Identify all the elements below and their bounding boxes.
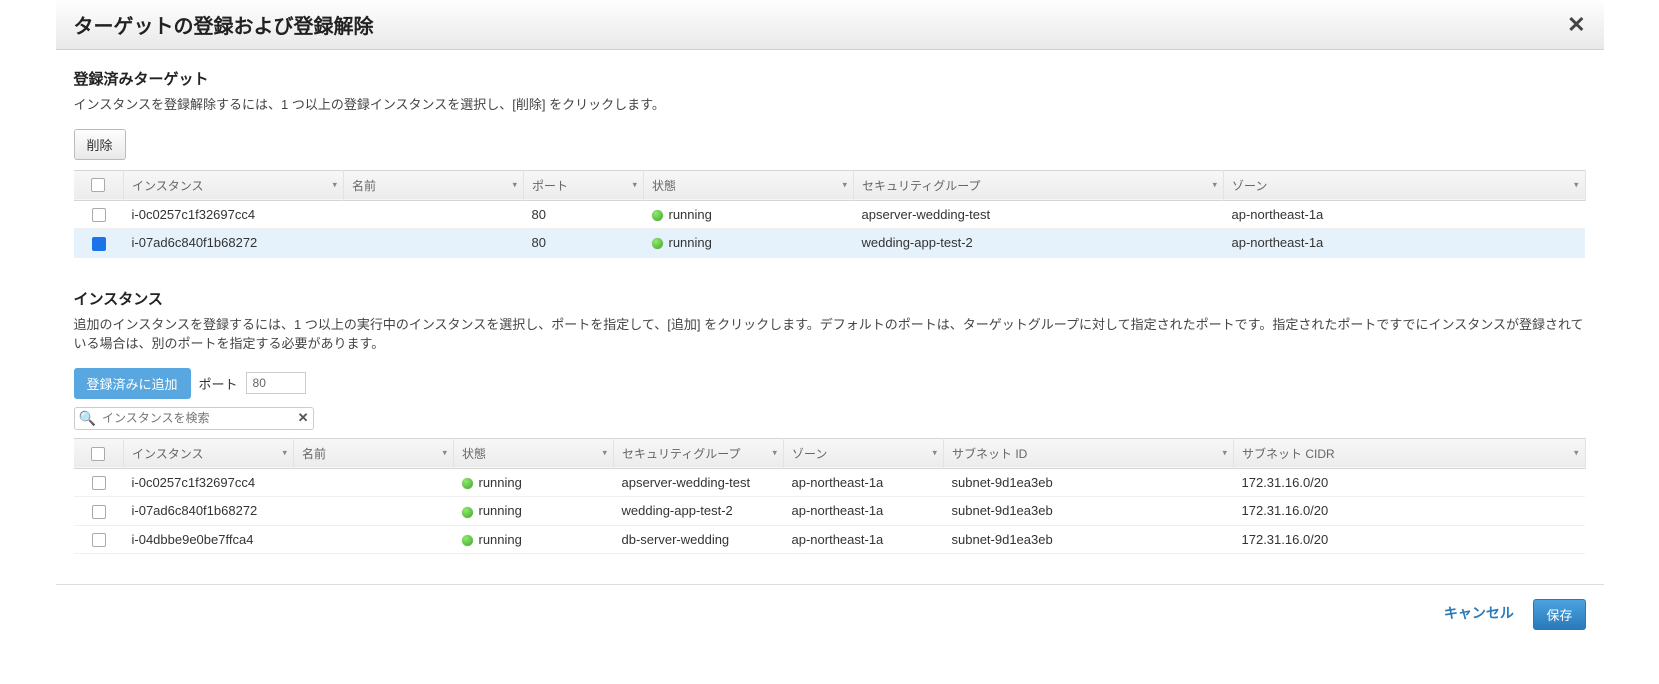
cell-sg: apserver-wedding-test [614,468,784,497]
available-title: インスタンス [74,288,1586,309]
caret-down-icon: ▾ [332,180,337,191]
cell-subnet-id: subnet-9d1ea3eb [944,497,1234,526]
caret-down-icon: ▾ [1222,448,1227,459]
cell-status: running [454,497,614,526]
col-status[interactable]: 状態▾ [454,438,614,468]
table-row[interactable]: i-0c0257c1f32697cc4 80runningapserver-wed… [74,200,1586,229]
cell-zone: ap-northeast-1a [1224,229,1586,258]
cell-zone: ap-northeast-1a [1224,200,1586,229]
col-sg[interactable]: セキュリティグループ▾ [854,170,1224,200]
col-name[interactable]: 名前▾ [294,438,454,468]
registered-desc: インスタンスを登録解除するには、1 つ以上の登録インスタンスを選択し、[削除] … [74,95,1586,115]
available-section: インスタンス 追加のインスタンスを登録するには、1 つ以上の実行中のインスタンス… [74,288,1586,555]
caret-down-icon: ▾ [512,180,517,191]
cell-status: running [644,229,854,258]
col-port[interactable]: ポート▾ [524,170,644,200]
status-dot-icon [462,507,473,518]
cell-name [294,497,454,526]
table-row[interactable]: i-07ad6c840f1b68272 80runningwedding-app-… [74,229,1586,258]
add-to-registered-button[interactable]: 登録済みに追加 [74,368,191,399]
caret-down-icon: ▾ [1212,180,1217,191]
row-checkbox[interactable] [92,237,106,251]
caret-down-icon: ▾ [442,448,447,459]
col-instance[interactable]: インスタンス▾ [124,438,294,468]
cell-instance: i-07ad6c840f1b68272 [124,497,294,526]
caret-down-icon: ▾ [632,180,637,191]
registered-section: 登録済みターゲット インスタンスを登録解除するには、1 つ以上の登録インスタンス… [74,68,1586,258]
cell-sg: wedding-app-test-2 [854,229,1224,258]
status-dot-icon [652,210,663,221]
cell-subnet-id: subnet-9d1ea3eb [944,468,1234,497]
status-dot-icon [462,535,473,546]
cell-name [344,200,524,229]
registered-table: インスタンス▾ 名前▾ ポート▾ 状態▾ セキュリティグループ▾ ゾーン▾ i-… [74,170,1586,258]
row-checkbox[interactable] [92,505,106,519]
cell-status: running [454,468,614,497]
registered-title: 登録済みターゲット [74,68,1586,89]
search-icon: 🔍 [79,410,96,427]
col-sg[interactable]: セキュリティグループ▾ [614,438,784,468]
caret-down-icon: ▾ [1574,180,1579,191]
remove-button[interactable]: 削除 [74,129,126,160]
row-checkbox[interactable] [92,208,106,222]
cell-zone: ap-northeast-1a [784,468,944,497]
cell-subnet-cidr: 172.31.16.0/20 [1234,468,1586,497]
cell-status: running [454,525,614,554]
cell-sg: wedding-app-test-2 [614,497,784,526]
cell-name [294,525,454,554]
caret-down-icon: ▾ [1574,448,1579,459]
cell-status: running [644,200,854,229]
caret-down-icon: ▾ [772,448,777,459]
cell-port: 80 [524,229,644,258]
available-desc: 追加のインスタンスを登録するには、1 つ以上の実行中のインスタンスを選択し、ポー… [74,315,1586,354]
port-label: ポート [199,374,238,393]
cancel-button[interactable]: キャンセル [1444,605,1514,621]
dialog-header: ターゲットの登録および登録解除 ✕ [56,0,1604,50]
cell-subnet-cidr: 172.31.16.0/20 [1234,525,1586,554]
search-input[interactable] [100,410,309,426]
col-instance[interactable]: インスタンス▾ [124,170,344,200]
close-icon[interactable]: ✕ [1567,14,1585,36]
cell-zone: ap-northeast-1a [784,497,944,526]
table-row[interactable]: i-07ad6c840f1b68272 runningwedding-app-te… [74,497,1586,526]
cell-instance: i-04dbbe9e0be7ffca4 [124,525,294,554]
clear-search-icon[interactable]: ✕ [298,410,309,426]
status-dot-icon [652,238,663,249]
table-row[interactable]: i-04dbbe9e0be7ffca4 runningdb-server-wedd… [74,525,1586,554]
available-table: インスタンス▾ 名前▾ 状態▾ セキュリティグループ▾ ゾーン▾ サブネット I… [74,438,1586,555]
dialog-title: ターゲットの登録および登録解除 [74,10,374,39]
table-row[interactable]: i-0c0257c1f32697cc4 runningapserver-weddi… [74,468,1586,497]
save-button[interactable]: 保存 [1533,599,1585,630]
cell-port: 80 [524,200,644,229]
col-status[interactable]: 状態▾ [644,170,854,200]
cell-sg: apserver-wedding-test [854,200,1224,229]
caret-down-icon: ▾ [932,448,937,459]
caret-down-icon: ▾ [602,448,607,459]
status-dot-icon [462,478,473,489]
cell-name [344,229,524,258]
caret-down-icon: ▾ [282,448,287,459]
dialog-footer: キャンセル 保存 [56,584,1604,644]
col-zone[interactable]: ゾーン▾ [1224,170,1586,200]
cell-name [294,468,454,497]
col-zone[interactable]: ゾーン▾ [784,438,944,468]
cell-instance: i-07ad6c840f1b68272 [124,229,344,258]
col-name[interactable]: 名前▾ [344,170,524,200]
select-all-registered[interactable] [74,170,124,200]
cell-subnet-id: subnet-9d1ea3eb [944,525,1234,554]
caret-down-icon: ▾ [842,180,847,191]
cell-zone: ap-northeast-1a [784,525,944,554]
cell-sg: db-server-wedding [614,525,784,554]
search-wrap: 🔍 ✕ [74,407,314,430]
row-checkbox[interactable] [92,533,106,547]
cell-subnet-cidr: 172.31.16.0/20 [1234,497,1586,526]
register-targets-dialog: ターゲットの登録および登録解除 ✕ 登録済みターゲット インスタンスを登録解除す… [56,0,1604,644]
row-checkbox[interactable] [92,476,106,490]
port-input[interactable] [246,372,306,394]
cell-instance: i-0c0257c1f32697cc4 [124,468,294,497]
col-subnet-id[interactable]: サブネット ID▾ [944,438,1234,468]
col-subnet-cidr[interactable]: サブネット CIDR▾ [1234,438,1586,468]
cell-instance: i-0c0257c1f32697cc4 [124,200,344,229]
select-all-available[interactable] [74,438,124,468]
